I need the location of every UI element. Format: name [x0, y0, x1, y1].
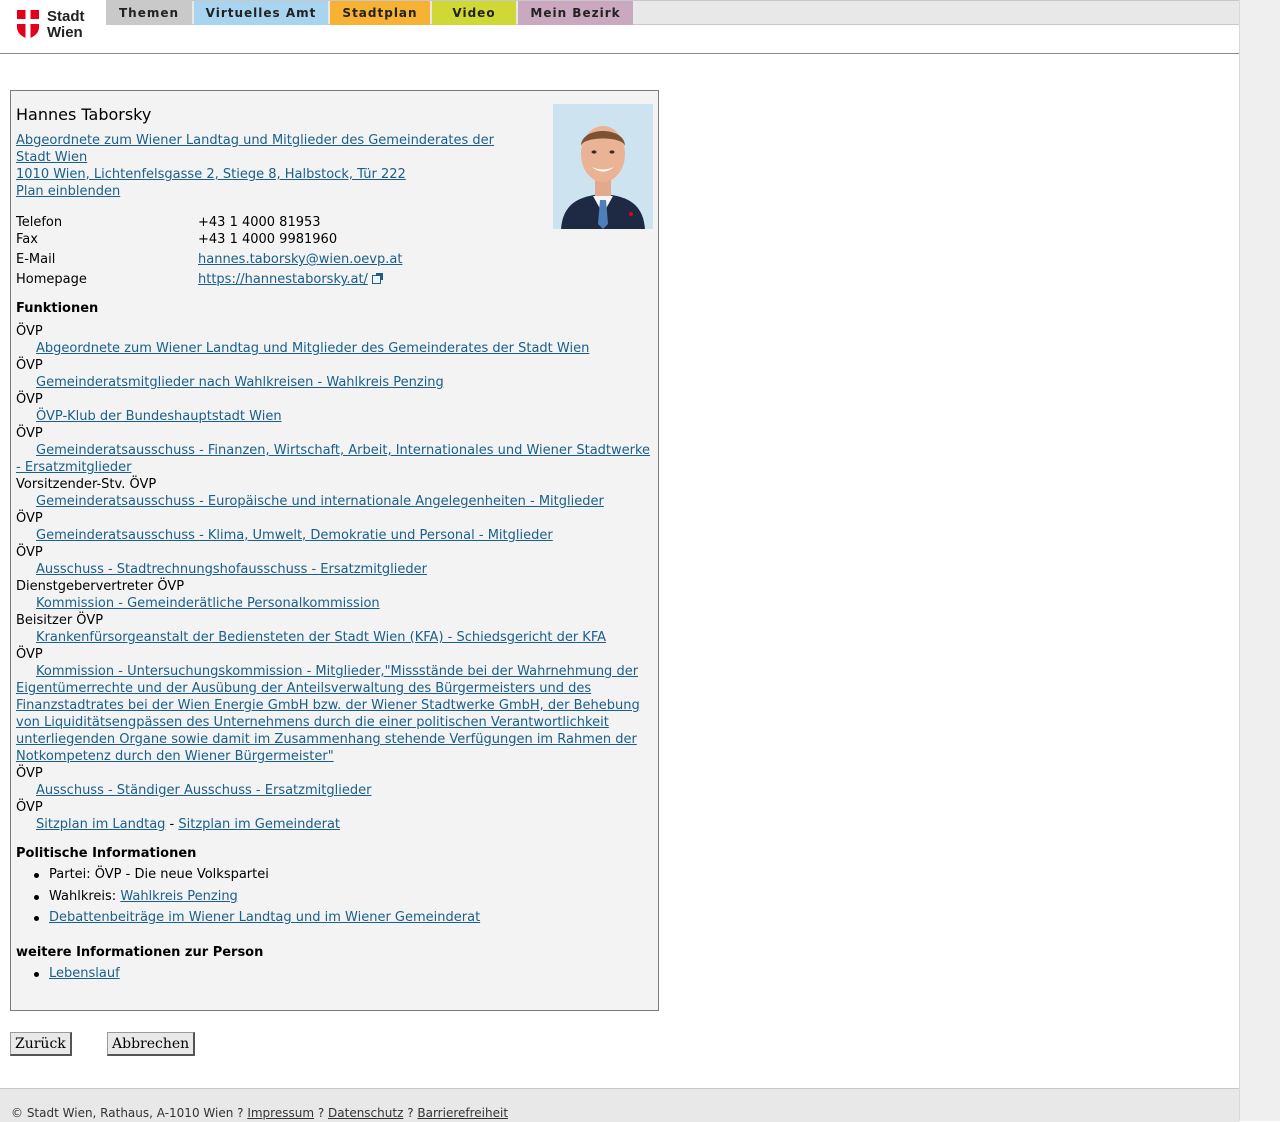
email-label: E-Mail: [16, 252, 56, 267]
address-link[interactable]: 1010 Wien, Lichtenfelsgasse 2, Stiege 8,…: [16, 167, 406, 182]
copyright-text: © Stadt Wien, Rathaus, A-1010 Wien ?: [11, 1106, 248, 1120]
function-link[interactable]: Abgeordnete zum Wiener Landtag und Mitgl…: [36, 341, 589, 356]
function-role: ÖVP: [16, 545, 43, 560]
function-link[interactable]: Gemeinderatsausschuss - Europäische und …: [36, 494, 604, 509]
function-role: ÖVP: [16, 358, 43, 373]
telefon-label: Telefon: [16, 215, 63, 230]
debatten-item: Debattenbeiträge im Wiener Landtag und i…: [33, 909, 480, 926]
nav-tab-mein-bezirk[interactable]: Mein Bezirk: [518, 1, 633, 25]
function-link[interactable]: Gemeinderatsausschuss - Klima, Umwelt, D…: [36, 528, 553, 543]
lebenslauf-item: Lebenslauf: [34, 965, 120, 982]
function-link[interactable]: Gemeinderatsausschuss - Finanzen, Wirtsc…: [16, 443, 650, 475]
function-link[interactable]: Kommission - Untersuchungskommission - M…: [16, 664, 640, 764]
function-role: ÖVP: [16, 511, 43, 526]
funktionen-heading: Funktionen: [16, 301, 99, 316]
stadt-wien-logo[interactable]: Stadt Wien: [17, 8, 97, 42]
nav-tab-themen[interactable]: Themen: [106, 1, 192, 25]
datenschutz-link[interactable]: Datenschutz: [328, 1106, 403, 1120]
function-role: ÖVP: [16, 426, 43, 441]
function-link[interactable]: Ausschuss - Stadtrechnungshofausschuss -…: [36, 562, 427, 577]
barrierefreiheit-link[interactable]: Barrierefreiheit: [417, 1106, 508, 1120]
function-role: ÖVP: [16, 800, 43, 815]
function-link[interactable]: ÖVP-Klub der Bundeshauptstadt Wien: [36, 409, 282, 424]
org-link-cont[interactable]: Stadt Wien: [16, 150, 87, 165]
sitzplan-landtag-link[interactable]: Sitzplan im Landtag: [36, 817, 165, 832]
function-role: Dienstgebervertreter ÖVP: [16, 579, 185, 594]
site-header: Stadt Wien Themen Virtuelles Amt Stadtpl…: [0, 0, 1239, 54]
person-photo: [553, 104, 653, 229]
nav-tab-stadtplan[interactable]: Stadtplan: [330, 1, 430, 25]
wien-shield-icon: [17, 10, 39, 39]
function-role: ÖVP: [16, 647, 43, 662]
fax-label: Fax: [16, 232, 38, 247]
function-role: ÖVP: [16, 766, 43, 781]
function-role: ÖVP: [16, 392, 43, 407]
nav-tab-virtuelles-amt[interactable]: Virtuelles Amt: [194, 1, 328, 25]
person-name: Hannes Taborsky: [16, 105, 152, 124]
fax-value: +43 1 4000 9981960: [198, 232, 338, 247]
main-navigation: Themen Virtuelles Amt Stadtplan Video Me…: [106, 0, 1239, 25]
back-button[interactable]: Zurück: [10, 1032, 72, 1056]
logo-text: Stadt Wien: [47, 8, 85, 41]
nav-tab-video[interactable]: Video: [432, 1, 516, 25]
weitere-info-heading: weitere Informationen zur Person: [16, 945, 264, 960]
wahlkreis-link[interactable]: Wahlkreis Penzing: [120, 889, 237, 904]
person-card: Hannes Taborsky Abgeordnete zum Wiener L…: [10, 90, 659, 1011]
function-link[interactable]: Ausschuss - Ständiger Ausschuss - Ersatz…: [36, 783, 371, 798]
plan-einblenden-link[interactable]: Plan einblenden: [16, 184, 120, 199]
sitzplan-gemeinderat-link[interactable]: Sitzplan im Gemeinderat: [178, 817, 340, 832]
homepage-label: Homepage: [16, 272, 87, 287]
debatten-link[interactable]: Debattenbeiträge im Wiener Landtag und i…: [49, 910, 480, 925]
lebenslauf-link[interactable]: Lebenslauf: [49, 966, 120, 981]
cancel-button[interactable]: Abbrechen: [107, 1032, 196, 1056]
partei-item: Partei: ÖVP - Die neue Volkspartei: [34, 867, 269, 882]
homepage-link[interactable]: https://hannestaborsky.at/: [198, 272, 368, 287]
telefon-value: +43 1 4000 81953: [198, 215, 321, 230]
impressum-link[interactable]: Impressum: [247, 1106, 314, 1120]
function-role: Beisitzer ÖVP: [16, 613, 104, 628]
portrait-image: [553, 104, 653, 229]
politische-info-heading: Politische Informationen: [16, 846, 197, 861]
function-role: Vorsitzender-Stv. ÖVP: [16, 477, 157, 492]
org-link[interactable]: Abgeordnete zum Wiener Landtag und Mitgl…: [16, 133, 494, 148]
function-link[interactable]: Kommission - Gemeinderätliche Personalko…: [36, 596, 380, 611]
footer-separator: ?: [403, 1106, 418, 1120]
page: Stadt Wien Themen Virtuelles Amt Stadtpl…: [0, 0, 1239, 1122]
wahlkreis-label: Wahlkreis:: [49, 889, 121, 904]
footer-separator: ?: [314, 1106, 329, 1120]
email-link[interactable]: hannes.taborsky@wien.oevp.at: [198, 252, 402, 267]
vertical-scrollbar[interactable]: [1239, 0, 1280, 1121]
wahlkreis-item: Wahlkreis: Wahlkreis Penzing: [34, 888, 238, 905]
site-footer: © Stadt Wien, Rathaus, A-1010 Wien ? Imp…: [0, 1088, 1239, 1122]
function-role: ÖVP: [16, 324, 43, 339]
function-link[interactable]: Gemeinderatsmitglieder nach Wahlkreisen …: [36, 375, 444, 390]
function-link[interactable]: Krankenfürsorgeanstalt der Bediensteten …: [36, 630, 606, 645]
external-link-icon: [371, 273, 383, 284]
link-separator: -: [165, 817, 179, 832]
